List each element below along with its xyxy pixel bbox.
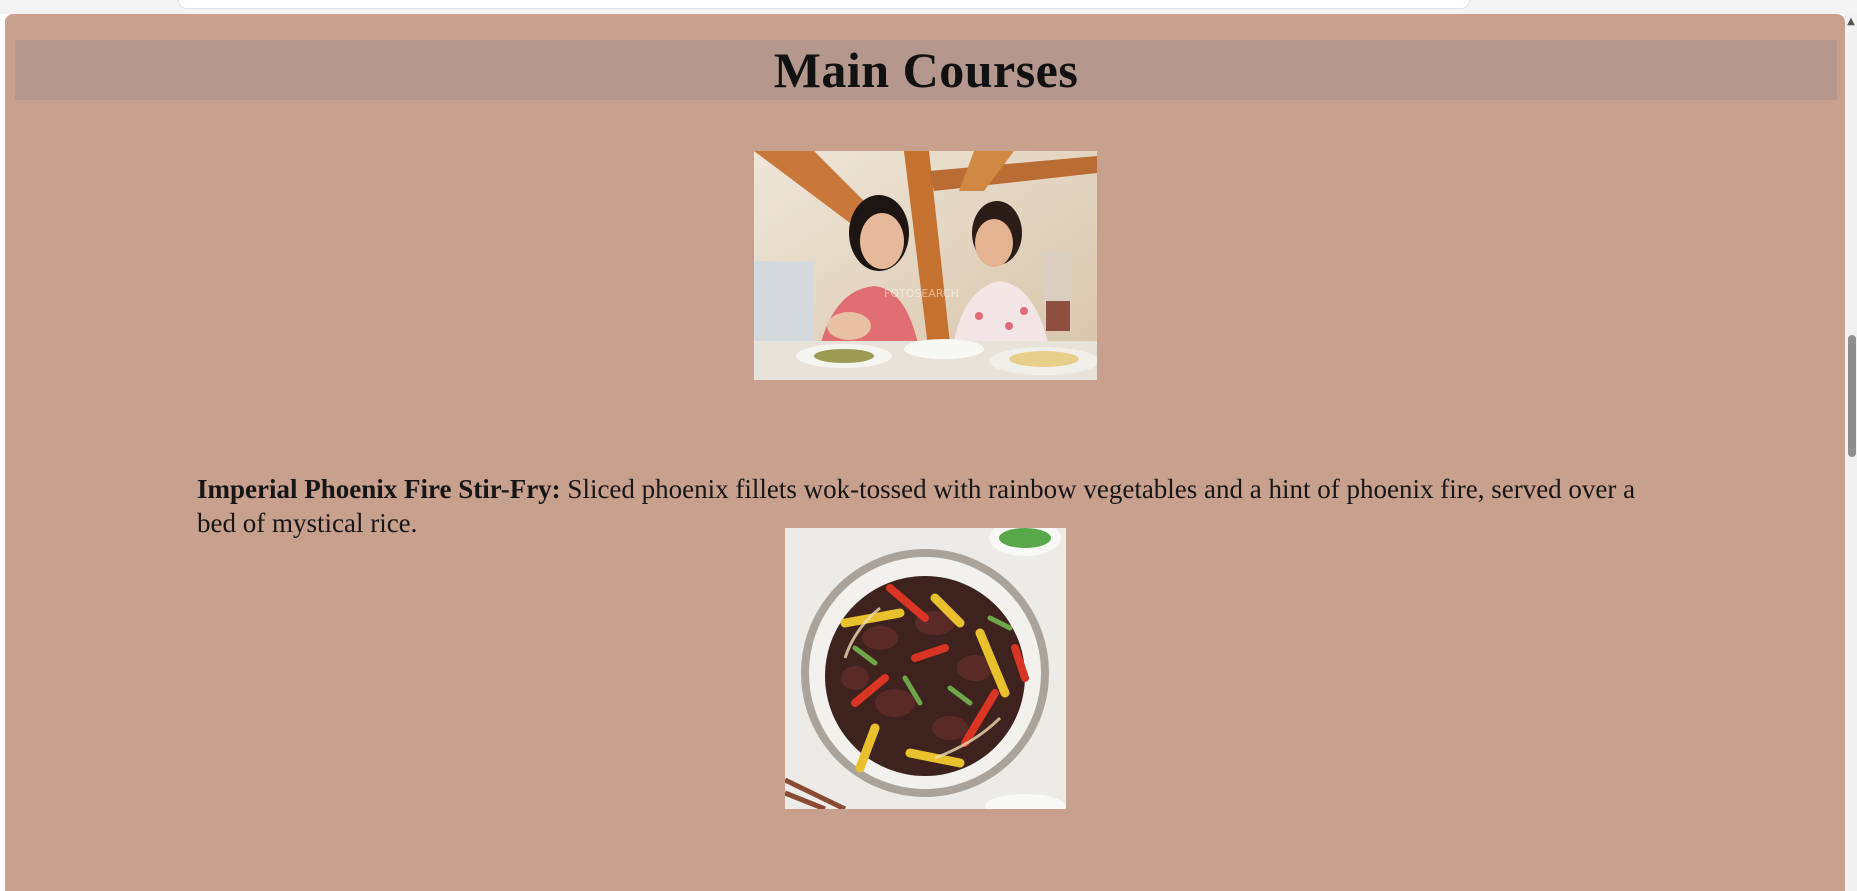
browser-chrome-strip [0, 0, 1857, 14]
scrollbar-thumb[interactable] [1848, 335, 1856, 457]
stirfry-photo [785, 528, 1066, 809]
dish-name: Imperial Phoenix Fire Stir-Fry: [197, 474, 561, 504]
diners-photo: FOTOSEARCH [754, 151, 1097, 380]
section-header: Main Courses [15, 40, 1837, 100]
page-content: Main Courses FOTOSEARCH Imperial Phoenix… [5, 14, 1845, 891]
chevron-up-icon[interactable]: ▲ [1845, 14, 1857, 30]
address-bar[interactable] [178, 0, 1470, 9]
page-title: Main Courses [773, 42, 1079, 98]
svg-text:FOTOSEARCH: FOTOSEARCH [884, 287, 959, 300]
